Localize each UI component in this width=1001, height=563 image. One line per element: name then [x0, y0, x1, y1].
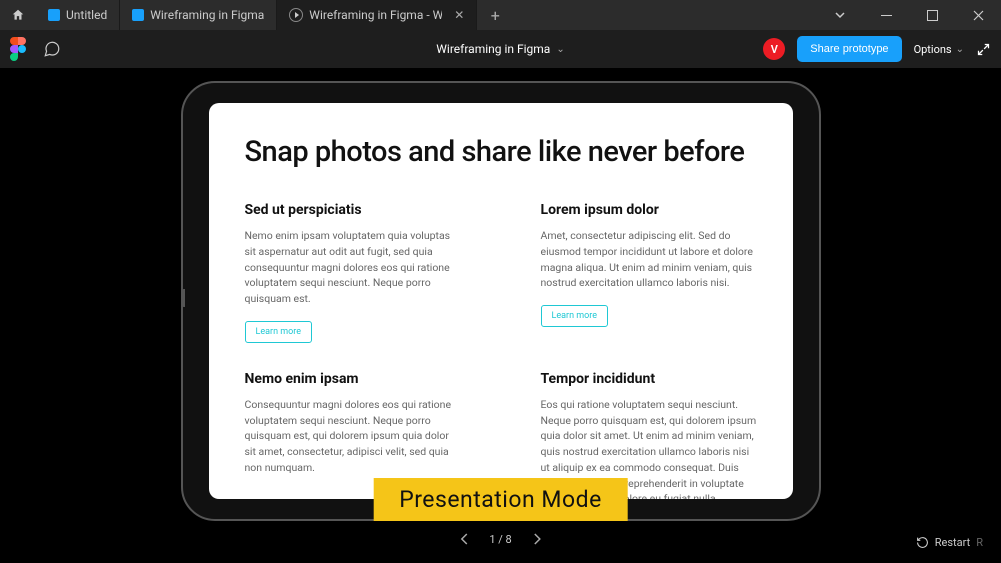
avatar[interactable]: V	[763, 38, 785, 60]
chevron-down-icon: ⌄	[956, 44, 964, 55]
presentation-mode-label: Presentation Mode	[373, 478, 628, 521]
document-title: Wireframing in Figma	[436, 42, 550, 56]
figma-file-icon	[48, 9, 60, 21]
window-menu-button[interactable]	[817, 0, 863, 30]
window-controls	[817, 0, 1001, 30]
restart-button[interactable]: Restart R	[916, 536, 983, 549]
feature-title: Sed ut perspiciatis	[245, 202, 461, 218]
feature-block: Sed ut perspiciatis Nemo enim ipsam volu…	[245, 202, 461, 343]
hero-title: Snap photos and share like never before	[245, 133, 757, 172]
toolbar: Wireframing in Figma ⌄ V Share prototype…	[0, 30, 1001, 68]
close-icon[interactable]: ✕	[454, 8, 464, 22]
figma-file-icon	[132, 9, 144, 21]
chevron-right-icon	[532, 533, 542, 545]
expand-icon	[976, 42, 991, 57]
figma-logo-icon	[10, 37, 26, 61]
prev-page-button[interactable]	[455, 529, 473, 549]
restart-shortcut: R	[976, 536, 983, 549]
feature-title: Tempor incididunt	[541, 371, 757, 387]
tab-untitled[interactable]: Untitled	[36, 0, 120, 30]
learn-more-button[interactable]: Learn more	[245, 321, 313, 343]
feature-body: Nemo enim ipsam voluptatem quia voluptas…	[245, 228, 461, 307]
feature-grid: Sed ut perspiciatis Nemo enim ipsam volu…	[245, 202, 757, 499]
close-window-button[interactable]	[955, 0, 1001, 30]
prototype-screen[interactable]: Snap photos and share like never before …	[209, 103, 793, 499]
minimize-icon	[881, 10, 892, 21]
next-page-button[interactable]	[528, 529, 546, 549]
chevron-down-icon	[834, 9, 846, 21]
restart-label: Restart	[935, 536, 970, 549]
comment-button[interactable]	[40, 37, 64, 61]
feature-block: Lorem ipsum dolor Amet, consectetur adip…	[541, 202, 757, 343]
learn-more-button[interactable]: Learn more	[541, 305, 609, 327]
maximize-button[interactable]	[909, 0, 955, 30]
comment-icon	[43, 40, 61, 58]
options-dropdown[interactable]: Options ⌄	[914, 43, 964, 56]
page-indicator: 1 / 8	[489, 533, 511, 546]
prototype-canvas: Snap photos and share like never before …	[0, 68, 1001, 563]
titlebar: Untitled Wireframing in Figma Wireframin…	[0, 0, 1001, 30]
home-button[interactable]	[0, 0, 36, 30]
feature-title: Nemo enim ipsam	[245, 371, 461, 387]
new-tab-button[interactable]: +	[477, 0, 513, 30]
close-icon	[973, 10, 984, 21]
tab-label: Wireframing in Figma - Wireframing in F	[309, 8, 442, 22]
chevron-down-icon: ⌄	[556, 44, 564, 55]
document-title-dropdown[interactable]: Wireframing in Figma ⌄	[436, 42, 564, 56]
options-label: Options	[914, 43, 952, 56]
fullscreen-button[interactable]	[976, 42, 991, 57]
figma-logo[interactable]	[10, 37, 26, 61]
avatar-initial: V	[771, 43, 778, 56]
minimize-button[interactable]	[863, 0, 909, 30]
restart-icon	[916, 536, 929, 549]
play-icon	[289, 8, 303, 22]
feature-title: Lorem ipsum dolor	[541, 202, 757, 218]
tab-label: Untitled	[66, 8, 107, 22]
page-navigation: 1 / 8	[455, 529, 545, 549]
tablet-device-frame: Snap photos and share like never before …	[181, 81, 821, 521]
tab-label: Wireframing in Figma	[150, 8, 264, 22]
home-icon	[11, 8, 25, 22]
feature-body: Amet, consectetur adipiscing elit. Sed d…	[541, 228, 757, 291]
maximize-icon	[927, 10, 938, 21]
share-prototype-button[interactable]: Share prototype	[797, 36, 901, 62]
chevron-left-icon	[459, 533, 469, 545]
tab-prototype-active[interactable]: Wireframing in Figma - Wireframing in F …	[277, 0, 477, 30]
feature-body: Consequuntur magni dolores eos qui ratio…	[245, 397, 461, 476]
tab-wireframing[interactable]: Wireframing in Figma	[120, 0, 277, 30]
